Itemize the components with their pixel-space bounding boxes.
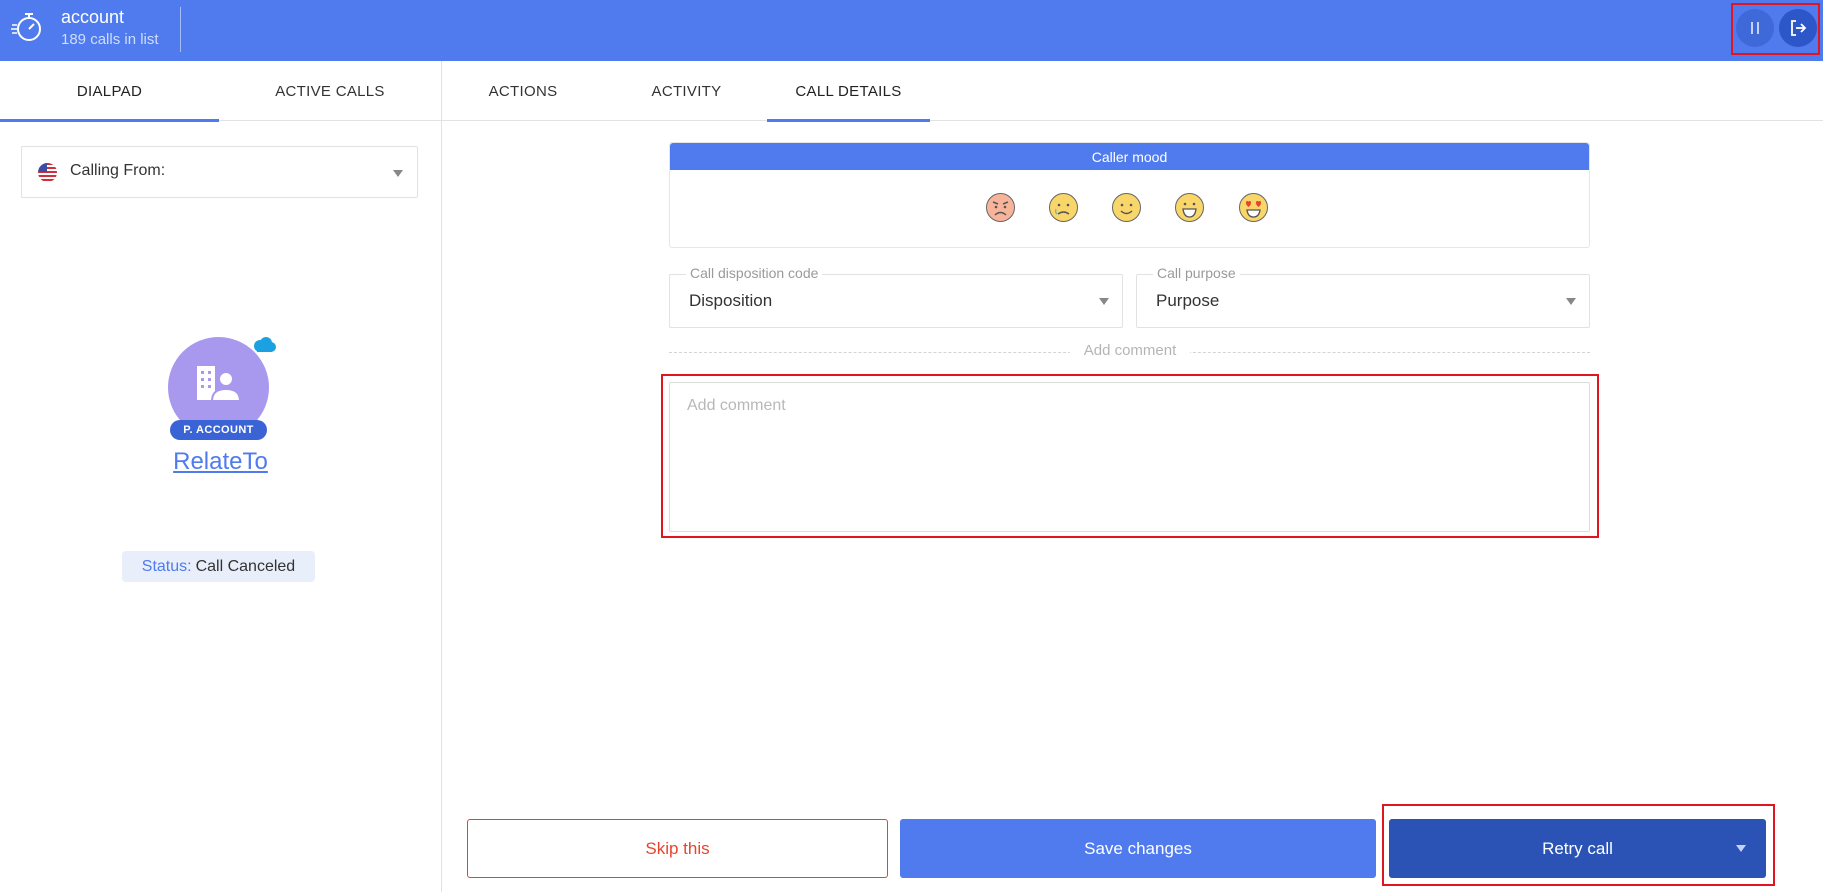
disposition-value: Disposition — [689, 291, 773, 310]
contact-name-row: RelateTo — [0, 448, 441, 476]
skip-button-label: Skip this — [645, 838, 710, 858]
comment-textarea[interactable] — [669, 382, 1590, 532]
chevron-down-icon — [1566, 298, 1576, 305]
tab-label: CALL DETAILS — [795, 82, 902, 100]
purpose-value: Purpose — [1156, 291, 1220, 310]
tab-label: DIALPAD — [76, 82, 143, 100]
list-title: account — [61, 7, 125, 27]
skip-button[interactable]: Skip this — [467, 819, 888, 878]
smiling-face-icon[interactable] — [1111, 192, 1142, 223]
right-tab-bar: ACTIONS ACTIVITY CALL DETAILS — [441, 61, 1823, 122]
tab-call-details[interactable]: CALL DETAILS — [767, 61, 930, 122]
status-key: Status: — [141, 557, 192, 575]
us-flag-icon — [38, 163, 57, 182]
left-tab-bar: DIALPAD ACTIVE CALLS — [0, 61, 441, 122]
disposition-select[interactable]: Call disposition code Disposition — [669, 265, 1123, 328]
retry-button-label: Retry call — [1542, 838, 1613, 858]
status-badge: Status: Call Canceled — [122, 551, 315, 582]
top-bar: account 189 calls in list — [0, 0, 1823, 61]
stopwatch-icon — [11, 13, 41, 41]
calling-from-select[interactable]: Calling From: — [21, 146, 418, 198]
chevron-down-icon — [1099, 298, 1109, 305]
sad-face-icon[interactable] — [1048, 192, 1079, 223]
caller-mood-panel: Caller mood — [669, 142, 1590, 248]
save-changes-button[interactable]: Save changes — [900, 819, 1376, 878]
save-button-label: Save changes — [1084, 838, 1192, 858]
heart-eyes-face-icon[interactable] — [1238, 192, 1269, 223]
tab-active-calls[interactable]: ACTIVE CALLS — [219, 61, 441, 121]
tab-dialpad[interactable]: DIALPAD — [0, 61, 219, 122]
account-type-badge: P. ACCOUNT — [170, 420, 267, 440]
chevron-down-icon[interactable] — [1736, 845, 1746, 852]
pause-button[interactable] — [1736, 9, 1774, 47]
contact-name-link[interactable]: RelateTo — [173, 448, 268, 475]
purpose-select[interactable]: Call purpose Purpose — [1136, 265, 1590, 328]
status-value: Call Canceled — [195, 557, 296, 575]
angry-face-icon[interactable] — [985, 192, 1016, 223]
comment-separator-label: Add comment — [1070, 342, 1190, 359]
logout-icon — [1791, 20, 1807, 36]
tab-label: ACTIONS — [488, 82, 558, 100]
panel-divider — [441, 61, 442, 892]
tab-activity[interactable]: ACTIVITY — [605, 61, 768, 121]
salesforce-cloud-icon — [254, 337, 276, 352]
logout-button[interactable] — [1779, 9, 1817, 47]
tab-label: ACTIVE CALLS — [275, 82, 385, 100]
tab-label: ACTIVITY — [651, 82, 722, 100]
retry-call-button[interactable]: Retry call — [1389, 819, 1766, 878]
purpose-legend: Call purpose — [1153, 265, 1240, 281]
pause-icon — [1751, 22, 1759, 34]
list-call-count: 189 calls in list — [61, 31, 159, 48]
grinning-face-icon[interactable] — [1174, 192, 1205, 223]
tab-actions[interactable]: ACTIONS — [441, 61, 605, 121]
calling-from-label: Calling From: — [70, 162, 166, 179]
disposition-legend: Call disposition code — [686, 265, 823, 281]
header-divider — [180, 7, 181, 52]
chevron-down-icon — [393, 170, 403, 177]
caller-mood-title: Caller mood — [670, 143, 1589, 170]
